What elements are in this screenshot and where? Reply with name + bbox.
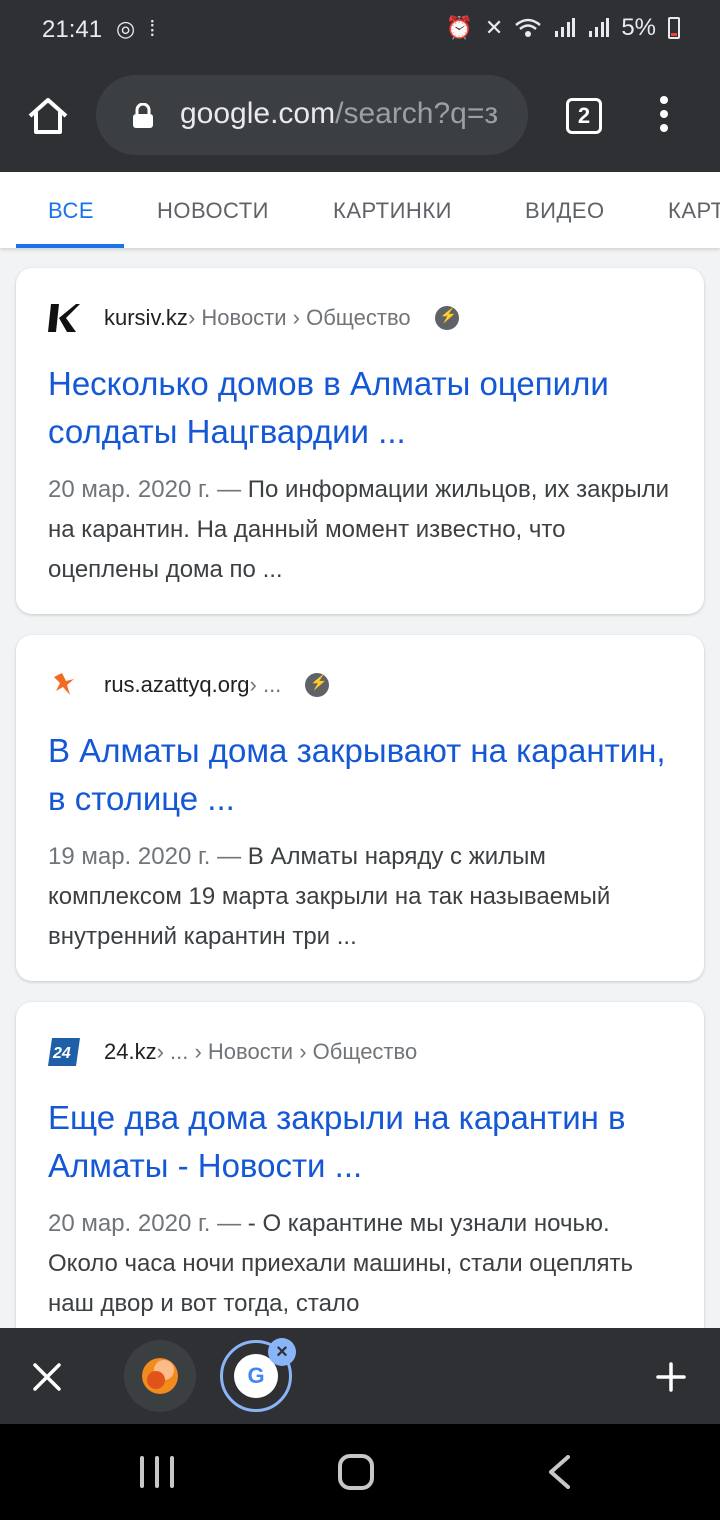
- result-source: rus.azattyq.org › ...: [48, 665, 330, 705]
- mute-icon: ✕: [484, 15, 504, 40]
- tab-images[interactable]: КАРТИНКИ: [333, 198, 452, 224]
- lock-icon: [133, 103, 153, 128]
- result-source: 24 24.kz › ... › Новости › Общество: [48, 1032, 417, 1072]
- close-tab-icon[interactable]: ×: [268, 1338, 296, 1366]
- result-snippet: 20 мар. 2020 г. — - О карантине мы узнал…: [48, 1204, 678, 1324]
- back-icon[interactable]: [546, 1454, 572, 1490]
- result-breadcrumb: › ...: [249, 672, 282, 697]
- amp-icon: [305, 673, 330, 697]
- site-favicon-icon: [142, 1358, 178, 1394]
- search-tabs: ВСЕ НОВОСТИ КАРТИНКИ ВИДЕО КАРТЫ: [0, 172, 720, 248]
- result-site: kursiv.kz: [104, 305, 188, 330]
- url-text[interactable]: google.com/search?q=з: [180, 97, 498, 131]
- url-host: google.com: [180, 97, 336, 130]
- result-snippet: 19 мар. 2020 г. — В Алматы наряду с жилы…: [48, 837, 678, 957]
- kursiv-logo-icon: [48, 302, 80, 334]
- status-bar: 21:41 ◎ ⁞ ⏰ ✕ 5%: [0, 0, 720, 60]
- location-icon: ◎: [116, 16, 136, 41]
- alarm-icon: ⏰: [445, 15, 473, 40]
- result-title[interactable]: Несколько домов в Алматы оцепили солдаты…: [48, 360, 678, 456]
- 24kz-logo-icon: 24: [48, 1036, 80, 1068]
- result-breadcrumb: › ... › Новости › Общество: [156, 1039, 418, 1064]
- tab-maps[interactable]: КАРТЫ: [668, 198, 720, 224]
- result-site: rus.azattyq.org: [104, 672, 250, 697]
- wifi-icon: [515, 18, 542, 37]
- footsteps-icon: ⁞: [149, 16, 156, 41]
- tab-switcher-button[interactable]: 2: [566, 98, 602, 134]
- more-menu-icon[interactable]: [654, 96, 674, 136]
- result-source: kursiv.kz › Новости › Общество: [48, 298, 459, 338]
- result-snippet: 20 мар. 2020 г. — По информации жильцов,…: [48, 470, 678, 590]
- system-nav-bar: [0, 1424, 720, 1520]
- azattyq-logo-icon: [48, 669, 80, 701]
- battery-icon: [668, 17, 680, 39]
- recent-apps-icon[interactable]: [140, 1456, 174, 1488]
- result-date: 20 мар. 2020 г. —: [48, 476, 248, 503]
- tab-news[interactable]: НОВОСТИ: [157, 198, 269, 224]
- status-right: ⏰ ✕ 5%: [445, 14, 680, 42]
- tab-strip: G ×: [0, 1328, 720, 1424]
- add-tab-icon[interactable]: [656, 1362, 686, 1392]
- search-result-card[interactable]: rus.azattyq.org › ... В Алматы дома закр…: [16, 635, 704, 981]
- home-icon[interactable]: [24, 92, 72, 140]
- url-path: /search?q=з: [335, 97, 499, 130]
- result-title[interactable]: Еще два дома закрыли на карантин в Алмат…: [48, 1094, 678, 1190]
- amp-icon: [434, 306, 459, 330]
- signal-icon: [555, 18, 576, 37]
- status-time: 21:41: [42, 16, 103, 43]
- tab-video[interactable]: ВИДЕО: [525, 198, 605, 224]
- svg-text:24: 24: [52, 1045, 71, 1062]
- tab-favicon-1[interactable]: [124, 1340, 196, 1412]
- home-nav-icon[interactable]: [338, 1454, 374, 1490]
- search-result-card[interactable]: 24 24.kz › ... › Новости › Общество Еще …: [16, 1002, 704, 1348]
- status-left-icons: ◎ ⁞: [116, 16, 155, 42]
- result-date: 19 мар. 2020 г. —: [48, 843, 248, 870]
- search-result-card[interactable]: kursiv.kz › Новости › Общество Несколько…: [16, 268, 704, 614]
- close-icon[interactable]: [32, 1362, 62, 1392]
- result-site: 24.kz: [104, 1039, 157, 1064]
- tab-all[interactable]: ВСЕ: [48, 198, 94, 224]
- signal-icon: [589, 18, 610, 37]
- address-bar[interactable]: google.com/search?q=з: [96, 75, 528, 155]
- result-title[interactable]: В Алматы дома закрывают на карантин, в с…: [48, 727, 678, 823]
- result-breadcrumb: › Новости › Общество: [187, 305, 411, 330]
- battery-percent: 5%: [621, 14, 656, 41]
- result-date: 20 мар. 2020 г. —: [48, 1210, 248, 1237]
- browser-toolbar: google.com/search?q=з 2: [0, 60, 720, 172]
- active-tab-indicator: [16, 244, 124, 248]
